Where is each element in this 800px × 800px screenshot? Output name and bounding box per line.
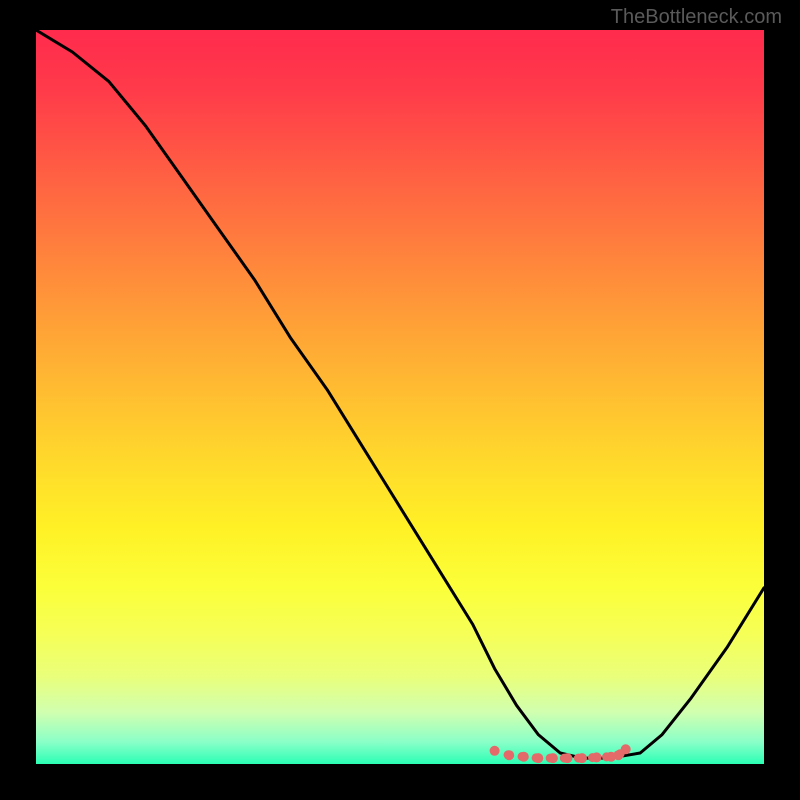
optimal-marker-dot [562, 753, 572, 763]
optimal-marker-dot [533, 753, 543, 763]
optimal-marker-dot [592, 752, 602, 762]
optimal-marker-dot [490, 746, 500, 756]
optimal-marker-dot [621, 744, 631, 754]
bottleneck-curve-line [36, 30, 764, 758]
chart-plot-area [36, 30, 764, 764]
optimal-marker-dot [504, 750, 514, 760]
optimal-marker-dot [519, 752, 529, 762]
watermark-text: TheBottleneck.com [611, 6, 782, 29]
bottleneck-curve-path [36, 30, 764, 758]
optimal-marker-dot [577, 753, 587, 763]
chart-svg [36, 30, 764, 764]
optimal-marker-dot [548, 753, 558, 763]
